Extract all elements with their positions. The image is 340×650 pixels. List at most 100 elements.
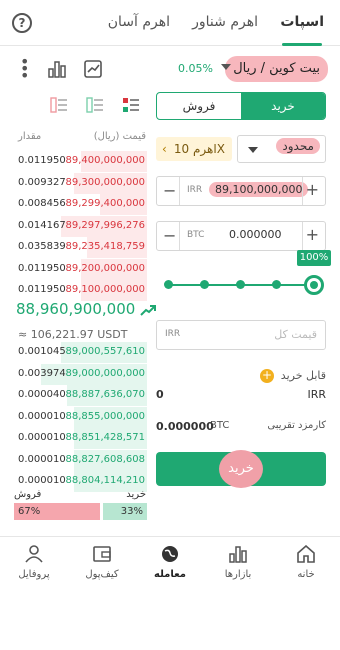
layout-both-icon[interactable] <box>122 96 140 114</box>
markets-icon <box>229 546 247 563</box>
bid-row[interactable]: 0.000010 88,827,608,608 <box>14 449 147 471</box>
row-amount: 0.001045 <box>18 346 66 357</box>
layout-asks-icon[interactable] <box>50 96 68 114</box>
nav-markets[interactable]: بازارها <box>204 545 272 580</box>
available-label: قابل خرید <box>280 369 326 382</box>
row-amount: 0.009327 <box>18 176 66 188</box>
nav-wallet[interactable]: کیف‌پول <box>68 545 136 580</box>
row-price: 89,000,000,000 <box>65 367 145 379</box>
minus-icon[interactable]: − <box>163 226 176 245</box>
submit-label: خرید <box>219 450 263 488</box>
help-icon[interactable]: ? <box>12 13 32 33</box>
bid-row[interactable]: 0.000010 88,855,000,000 <box>14 406 147 428</box>
plus-icon[interactable]: + <box>306 180 319 199</box>
sell-tab[interactable]: فروش <box>157 93 241 119</box>
fee-value: 0.000000 <box>156 420 214 433</box>
buy-ratio-label: خرید <box>126 489 146 500</box>
slider-thumb[interactable] <box>304 275 324 295</box>
row-amount: 0.008456 <box>18 198 66 209</box>
row-price: 89,297,996,276 <box>65 219 145 231</box>
nav-home[interactable]: خانه <box>272 545 340 580</box>
chart-bars-icon[interactable] <box>48 60 66 78</box>
row-amount: 0.000010 <box>18 432 66 443</box>
bid-row[interactable]: 0.000040 88,887,636,070 <box>14 385 147 406</box>
amount-input[interactable]: − BTC 0.000000 + <box>156 221 326 251</box>
price-change: 0.05% <box>178 62 213 75</box>
row-amount: 0.011950 <box>18 155 66 166</box>
row-price: 89,200,000,000 <box>65 262 145 274</box>
chevron-down-icon <box>248 147 258 153</box>
side-toggle: خرید فروش <box>156 92 326 120</box>
ask-row[interactable]: 0.035839 89,235,418,759 <box>14 237 147 258</box>
row-price: 89,400,000,000 <box>65 155 145 166</box>
plus-icon[interactable]: + <box>306 225 319 244</box>
order-type-select[interactable]: محدود <box>237 135 326 163</box>
user-icon <box>25 545 43 563</box>
row-price: 89,100,000,000 <box>65 284 145 295</box>
pair-selector[interactable]: بیت کوین / ریال <box>225 56 328 82</box>
more-vertical-icon[interactable]: • • • <box>20 54 29 84</box>
globe-icon <box>162 546 178 562</box>
submit-buy-button[interactable]: خرید <box>156 450 326 488</box>
bid-row[interactable]: 0.001045 89,000,557,610 <box>14 342 147 363</box>
nav-trade[interactable]: معامله <box>136 545 204 580</box>
buy-ratio-bar: 33% <box>103 503 147 520</box>
tab-spot[interactable]: اسپات <box>280 14 324 30</box>
available-unit: IRR <box>307 388 326 401</box>
row-price: 89,299,400,000 <box>65 198 145 209</box>
amount-header: مقدار <box>18 131 42 142</box>
row-price: 88,827,608,608 <box>65 453 145 465</box>
slider-step[interactable] <box>272 280 281 289</box>
tab-floating-leverage[interactable]: اهرم شناور <box>192 14 258 30</box>
fee-label: کارمزد تقریبی <box>267 420 326 431</box>
row-price: 88,851,428,571 <box>65 432 145 443</box>
ask-row[interactable]: 0.014167 89,297,996,276 <box>14 215 147 237</box>
chevron-down-icon[interactable] <box>221 64 231 70</box>
price-header: قیمت (ریال) <box>93 131 146 142</box>
row-amount: 0.000010 <box>18 453 66 465</box>
home-icon <box>297 545 315 563</box>
available-value: 0 <box>156 388 164 401</box>
row-price: 89,000,557,610 <box>65 346 145 357</box>
row-amount: 0.011950 <box>18 262 66 274</box>
slider-step[interactable] <box>164 280 173 289</box>
price-input[interactable]: − IRR 89,100,000,000 + <box>156 176 326 206</box>
row-price: 89,300,000,000 <box>65 176 145 188</box>
ask-row[interactable]: 0.011950 89,100,000,000 <box>14 280 147 301</box>
ask-row[interactable]: 0.011950 89,200,000,000 <box>14 258 147 280</box>
tab-easy-leverage[interactable]: اهرم آسان <box>108 14 170 30</box>
leverage-badge[interactable]: ‹ اهرم 10X <box>156 137 232 161</box>
row-amount: 0.003974 <box>18 367 66 379</box>
row-amount: 0.011950 <box>18 284 66 295</box>
total-input[interactable]: IRR قیمت کل <box>156 320 326 350</box>
row-amount: 0.000040 <box>18 389 66 400</box>
slider-step[interactable] <box>236 280 245 289</box>
row-amount: 0.000010 <box>18 475 66 486</box>
row-amount: 0.035839 <box>18 241 66 252</box>
ask-row[interactable]: 0.011950 89,400,000,000 <box>14 151 147 172</box>
slider-step[interactable] <box>200 280 209 289</box>
chart-line-icon[interactable] <box>84 60 102 78</box>
row-price: 88,855,000,000 <box>65 410 145 422</box>
slider-value: 100% <box>297 250 331 266</box>
ask-row[interactable]: 0.008456 89,299,400,000 <box>14 194 147 215</box>
buy-tab[interactable]: خرید <box>241 93 325 119</box>
usdt-equivalent: ≈ 106,221.97 USDT <box>18 328 128 341</box>
row-amount: 0.000010 <box>18 410 66 422</box>
sell-ratio-label: فروش <box>14 489 42 500</box>
trend-up-icon <box>140 304 157 316</box>
nav-profile[interactable]: پروفایل <box>0 545 68 580</box>
add-funds-icon[interactable]: + <box>260 369 274 383</box>
chevron-left-icon: ‹ <box>162 142 167 156</box>
minus-icon[interactable]: − <box>163 181 176 200</box>
layout-bids-icon[interactable] <box>86 96 104 114</box>
row-price: 88,887,636,070 <box>65 389 145 400</box>
bid-row[interactable]: 0.000010 88,851,428,571 <box>14 428 147 449</box>
row-amount: 0.014167 <box>18 219 66 231</box>
row-price: 88,804,114,210 <box>65 475 145 486</box>
last-price: 88,960,900,000 <box>16 300 157 318</box>
row-price: 89,235,418,759 <box>65 241 145 252</box>
wallet-icon <box>93 546 111 562</box>
ask-row[interactable]: 0.009327 89,300,000,000 <box>14 172 147 194</box>
bid-row[interactable]: 0.003974 89,000,000,000 <box>14 363 147 385</box>
